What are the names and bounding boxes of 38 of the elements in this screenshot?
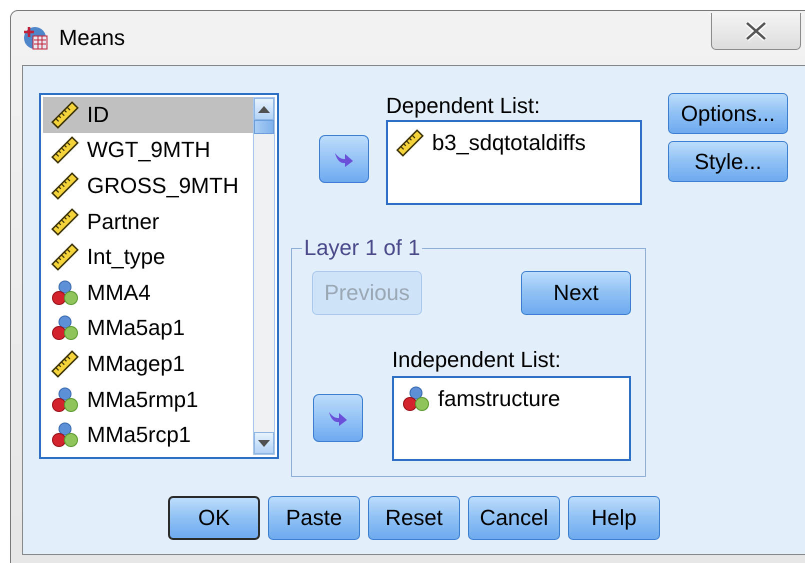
scrollbar-thumb[interactable] (254, 120, 274, 134)
scroll-up-icon[interactable] (258, 106, 270, 112)
dialog-button[interactable]: Cancel (468, 496, 560, 540)
app-icon (23, 25, 49, 51)
next-button[interactable]: Next (521, 271, 631, 315)
nominal-icon (51, 278, 79, 307)
variable-item[interactable]: MMA4 (43, 274, 253, 311)
dependent-list-label: Dependent List: (386, 93, 542, 118)
close-button[interactable] (711, 12, 801, 50)
nominal-icon (51, 386, 79, 414)
nominal-icon (51, 421, 79, 450)
variable-name[interactable]: famstructure (438, 386, 560, 412)
move-arrow-button[interactable] (319, 135, 369, 183)
variable-name[interactable]: b3_sdqtotaldiffs (432, 130, 586, 156)
window-title: Means (59, 25, 126, 51)
variable-item[interactable]: GROSS_9MTH (43, 168, 253, 204)
variable-item[interactable]: WGT_9MTH (43, 132, 253, 168)
variable-item[interactable]: MMa5ap1 (43, 310, 253, 346)
nominal-icon (51, 314, 79, 342)
dialog-button[interactable]: Reset (368, 496, 460, 540)
variable-item[interactable]: MMa5rmp1 (43, 382, 253, 418)
nominal-icon (402, 385, 430, 413)
scrollbar[interactable] (253, 97, 275, 455)
dialog-button[interactable]: OK (168, 496, 260, 540)
variable-item[interactable]: Int_type (43, 239, 253, 275)
move-arrow-button[interactable] (313, 394, 363, 442)
variable-item[interactable]: MMagep1 (43, 346, 253, 382)
dialog-button[interactable]: Style... (668, 141, 788, 182)
close-icon[interactable] (744, 20, 768, 40)
variable-item[interactable]: Partner (43, 204, 253, 240)
layer-title: Layer 1 of 1 (303, 235, 422, 261)
dialog-button[interactable]: Paste (268, 496, 360, 540)
variable-item[interactable]: ID (43, 97, 253, 133)
independent-list-label: Independent List: (392, 347, 562, 372)
scroll-down-icon[interactable] (258, 440, 270, 446)
dialog-button[interactable]: Options... (668, 93, 788, 134)
variable-item[interactable]: MMa5rcp1 (43, 417, 253, 453)
dialog-button[interactable]: Help (568, 496, 660, 540)
